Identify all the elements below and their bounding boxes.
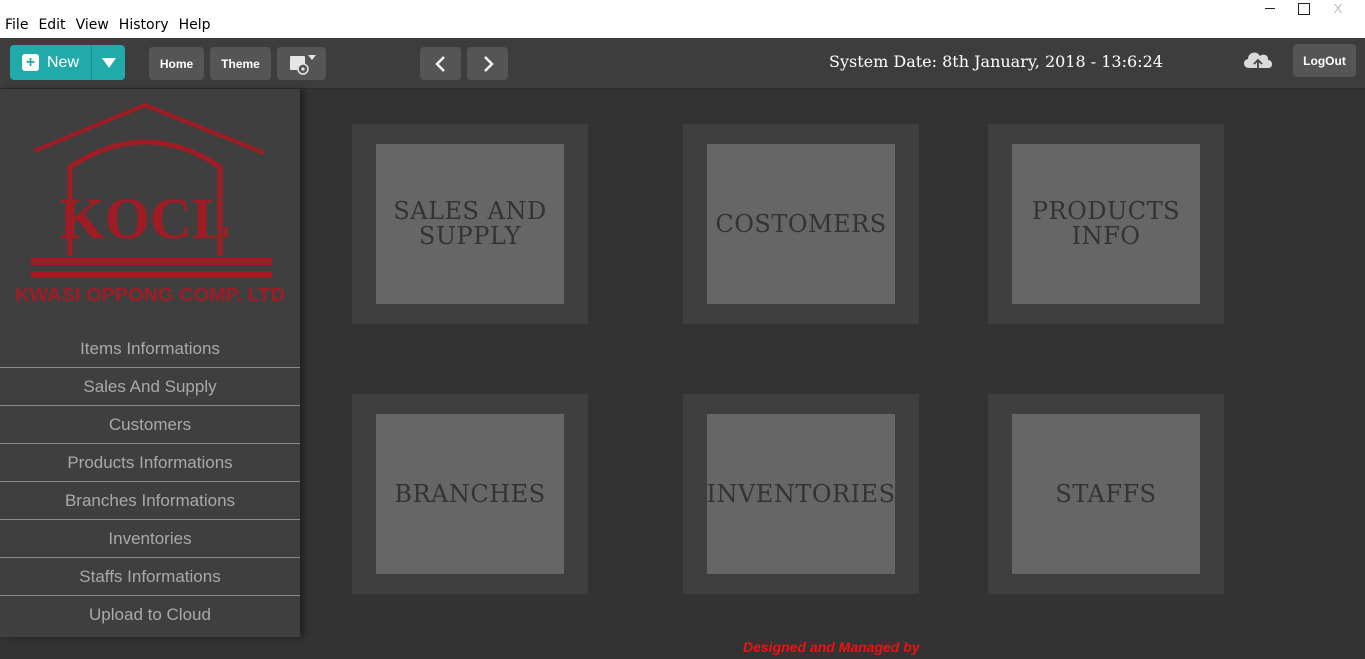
theme-button[interactable]: Theme [210,47,271,80]
tile-button-costomers[interactable]: COSTOMERS [707,144,895,304]
tile-sales-and-supply: SALES AND SUPPLY [352,124,588,324]
tile-button-inventories[interactable]: INVENTORIES [706,414,896,574]
sidebar-item-staffs-informations[interactable]: Staffs Informations [0,558,300,596]
tile-button-sales-and-supply[interactable]: SALES AND SUPPLY [376,144,564,304]
tile-label-line1: STAFFS [1055,479,1157,508]
plus-icon: + [22,54,39,71]
tile-costomers: COSTOMERS [683,124,919,324]
sidebar-item-sales-and-supply[interactable]: Sales And Supply [0,368,300,406]
new-button-label: New [47,53,80,71]
new-button[interactable]: + New [10,45,91,80]
tile-button-products-info[interactable]: PRODUCTS INFO [1012,144,1200,304]
tile-label-line2: SUPPLY [418,222,522,250]
sidebar: KOCL KWASI OPPONG COMP. LTD Items Inform… [0,89,300,637]
tile-button-branches[interactable]: BRANCHES [376,414,564,574]
tile-label-line2: INFO [1071,222,1141,250]
menu-help[interactable]: Help [174,17,216,33]
new-dropdown-button[interactable] [91,45,125,80]
sidebar-item-products-informations[interactable]: Products Informations [0,444,300,482]
tile-products-info: PRODUCTS INFO [988,124,1224,324]
tile-label-line1: COSTOMERS [715,209,887,238]
minimize-button[interactable] [1255,0,1285,17]
tile-label: INVENTORIES [706,479,896,508]
forward-button[interactable] [467,47,508,80]
picture-menu-button[interactable] [277,47,326,80]
menu-file[interactable]: File [0,17,33,33]
maximize-button[interactable] [1289,0,1319,17]
tile-label: STAFFS [1055,479,1157,508]
tile-label: COSTOMERS [715,209,887,238]
footer-credit: Designed and Managed by [743,639,920,655]
menu: File Edit View History Help [0,17,216,33]
tile-label: SALES AND SUPPLY [393,199,546,249]
cloud-upload-icon[interactable] [1241,47,1275,73]
logo-subtitle: KWASI OPPONG COMP. LTD [15,285,285,305]
chevron-left-icon [434,55,445,72]
menu-edit[interactable]: Edit [33,17,70,33]
tile-label-line1: SALES AND [393,197,547,225]
logo-text: KOCL [60,186,231,251]
back-button[interactable] [420,47,461,80]
image-settings-icon [289,54,316,75]
tile-label-line1: PRODUCTS [1031,197,1181,225]
close-button[interactable]: X [1323,0,1353,17]
chevron-right-icon [483,55,494,72]
sidebar-item-customers[interactable]: Customers [0,406,300,444]
home-button[interactable]: Home [149,47,204,80]
menu-history[interactable]: History [114,17,174,33]
tile-branches: BRANCHES [352,394,588,594]
tile-button-staffs[interactable]: STAFFS [1012,414,1200,574]
tile-label-line1: INVENTORIES [706,479,896,508]
sidebar-item-inventories[interactable]: Inventories [0,520,300,558]
sidebar-item-upload-to-cloud[interactable]: Upload to Cloud [0,596,300,634]
tile-label: PRODUCTS INFO [1032,199,1180,249]
tile-inventories: INVENTORIES [683,394,919,594]
tile-label: BRANCHES [394,479,546,508]
toolbar: + New Home Theme System Date: 8th Januar… [0,38,1365,89]
sidebar-nav: Items Informations Sales And Supply Cust… [0,330,300,634]
menu-view[interactable]: View [71,17,114,33]
sidebar-item-branches-informations[interactable]: Branches Informations [0,482,300,520]
logout-button[interactable]: LogOut [1293,44,1356,77]
sidebar-item-items-informations[interactable]: Items Informations [0,330,300,368]
tile-label-line1: BRANCHES [394,479,546,508]
tile-staffs: STAFFS [988,394,1224,594]
company-logo: KOCL KWASI OPPONG COMP. LTD [15,102,285,305]
system-date: System Date: 8th January, 2018 - 13:6:24 [829,52,1163,71]
menu-bar: File Edit View History Help X [0,0,1365,38]
